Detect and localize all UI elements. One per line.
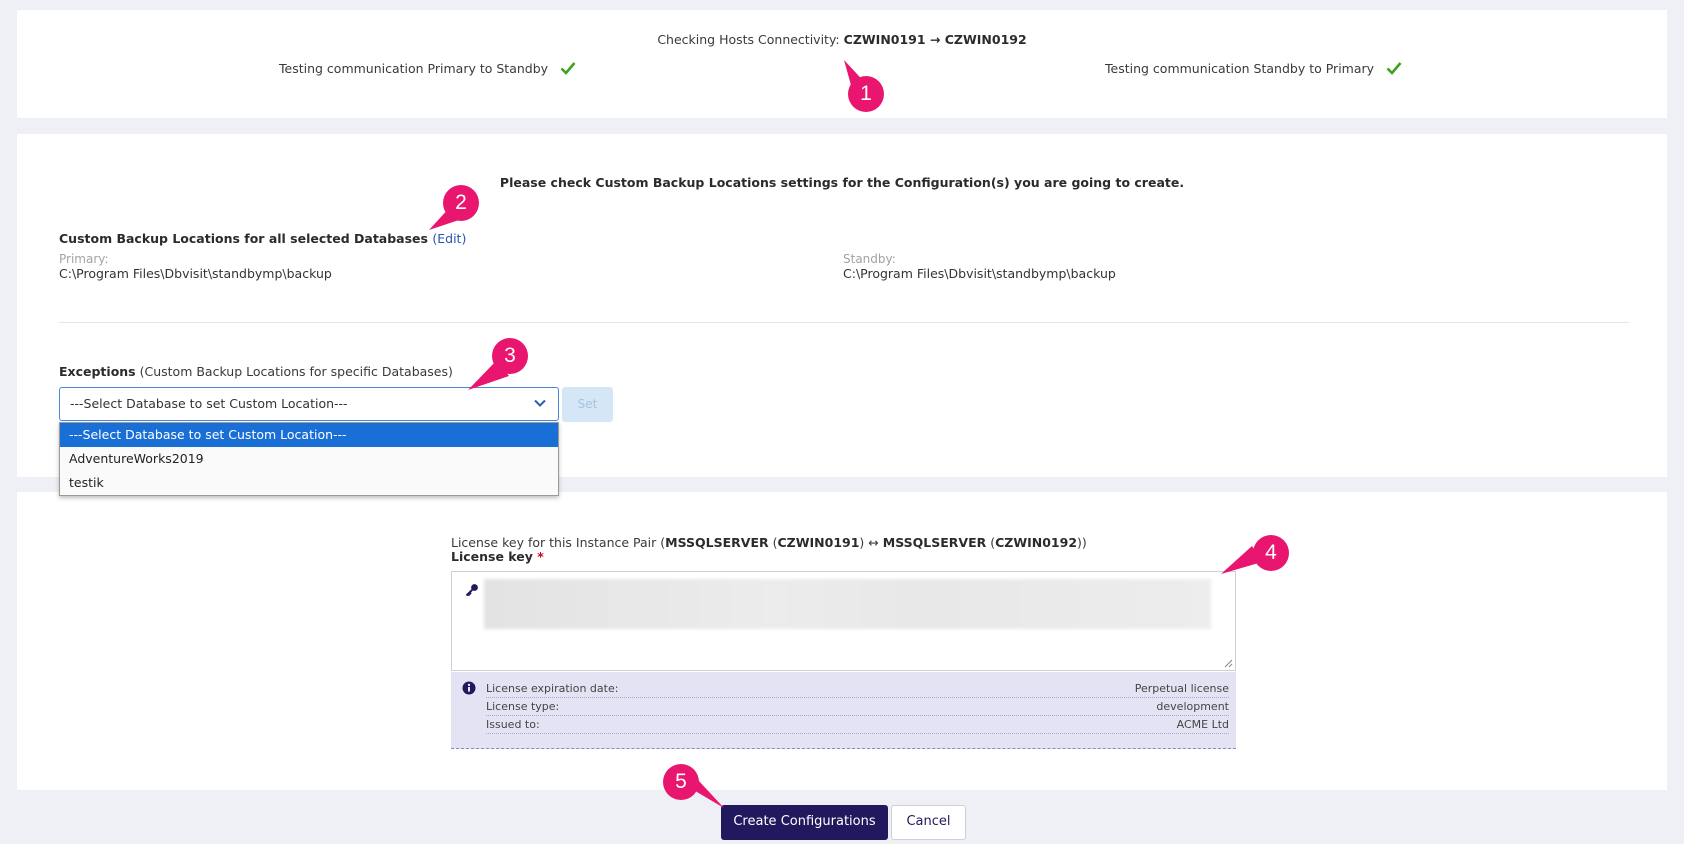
primary-path: C:\Program Files\Dbvisit\standbymp\backu…	[59, 266, 332, 281]
license-info-box: License expiration date: Perpetual licen…	[451, 672, 1236, 749]
connectivity-heading: Checking Hosts Connectivity: CZWIN0191 →…	[657, 32, 1027, 47]
callout-marker: 2	[443, 185, 479, 221]
standby-path: C:\Program Files\Dbvisit\standbymp\backu…	[843, 266, 1116, 281]
create-configurations-button[interactable]: Create Configurations	[721, 805, 888, 840]
license-expiration-row: License expiration date: Perpetual licen…	[486, 680, 1229, 698]
license-key-redacted	[484, 579, 1211, 629]
license-pair-heading: License key for this Instance Pair (MSSQ…	[451, 535, 1087, 550]
key-icon	[465, 584, 478, 597]
primary-label: Primary:	[59, 252, 109, 266]
checkmark-icon	[560, 62, 576, 75]
all-databases-title: Custom Backup Locations for all selected…	[59, 231, 467, 246]
resize-handle-icon[interactable]	[1224, 659, 1233, 668]
license-issued-to-row: Issued to: ACME Ltd	[486, 716, 1229, 734]
exceptions-title: Exceptions (Custom Backup Locations for …	[59, 364, 453, 379]
cancel-button[interactable]: Cancel	[891, 805, 966, 840]
test-standby-to-primary: Testing communication Standby to Primary	[1105, 61, 1402, 76]
license-key-textarea[interactable]	[451, 571, 1236, 671]
callout-marker: 4	[1253, 535, 1289, 571]
backup-notice: Please check Custom Backup Locations set…	[499, 175, 1185, 190]
info-icon	[462, 681, 476, 695]
dropdown-option[interactable]: AdventureWorks2019	[60, 447, 558, 471]
standby-label: Standby:	[843, 252, 896, 266]
chevron-down-icon	[534, 399, 546, 407]
dropdown-option[interactable]: testik	[60, 471, 558, 495]
callout-marker: 5	[663, 764, 699, 800]
dropdown-option[interactable]: ---Select Database to set Custom Locatio…	[60, 423, 558, 447]
license-type-row: License type: development	[486, 698, 1229, 716]
license-key-label: License key *	[451, 549, 544, 564]
test-primary-to-standby: Testing communication Primary to Standby	[279, 61, 576, 76]
callout-marker: 1	[848, 76, 884, 112]
set-button[interactable]: Set	[562, 387, 613, 422]
callout-marker: 3	[492, 338, 528, 374]
checkmark-icon	[1386, 62, 1402, 75]
divider	[59, 322, 1629, 323]
database-select-dropdown: ---Select Database to set Custom Locatio…	[59, 422, 559, 496]
